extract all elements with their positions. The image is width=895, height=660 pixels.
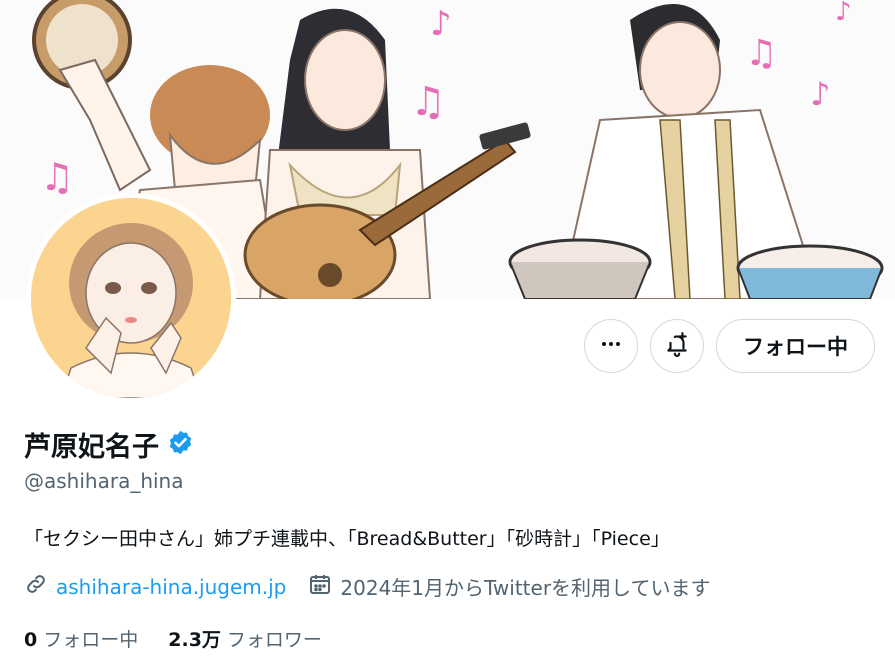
joined-item: 2024年1月からTwitterを利用しています (308, 572, 710, 601)
website-item: ashihara-hina.jugem.jp (24, 572, 286, 601)
verified-badge-icon[interactable] (167, 429, 194, 460)
followers-count: 2.3万 (168, 629, 221, 651)
notification-bell-icon (664, 331, 690, 361)
profile-bio: 「セクシー田中さん」姉プチ連載中、「Bread&Butter」「砂時計」「Pie… (24, 528, 670, 550)
followers-label: フォロワー (226, 629, 322, 651)
following-stat[interactable]: 0 フォロー中 (24, 625, 138, 652)
profile-meta: ashihara-hina.jugem.jp 2024年1月からTwitterを… (24, 572, 732, 601)
svg-text:♫: ♫ (410, 79, 446, 125)
avatar[interactable] (26, 193, 236, 403)
more-icon (599, 332, 623, 360)
website-link[interactable]: ashihara-hina.jugem.jp (56, 575, 286, 599)
following-count: 0 (24, 629, 38, 651)
user-handle: @ashihara_hina (24, 469, 184, 493)
svg-text:♫: ♫ (40, 155, 74, 199)
more-button[interactable] (584, 319, 638, 373)
display-name: 芦原妃名子 (24, 432, 159, 463)
svg-text:♪: ♪ (835, 0, 852, 27)
avatar-image (31, 198, 231, 398)
following-button[interactable]: フォロー中 (716, 319, 875, 373)
profile-name-row: 芦原妃名子 (24, 425, 194, 464)
profile-actions: フォロー中 (584, 319, 875, 373)
svg-text:♪: ♪ (810, 75, 830, 113)
svg-text:♫: ♫ (745, 33, 777, 74)
following-label: フォロー中 (43, 629, 139, 651)
profile-stats: 0 フォロー中 2.3万 フォロワー (24, 625, 322, 652)
joined-date: 2024年1月からTwitterを利用しています (340, 576, 711, 600)
calendar-icon (308, 572, 332, 601)
link-icon (24, 572, 48, 601)
notifications-button[interactable] (650, 319, 704, 373)
followers-stat[interactable]: 2.3万 フォロワー (168, 625, 322, 652)
svg-text:♪: ♪ (430, 4, 452, 44)
